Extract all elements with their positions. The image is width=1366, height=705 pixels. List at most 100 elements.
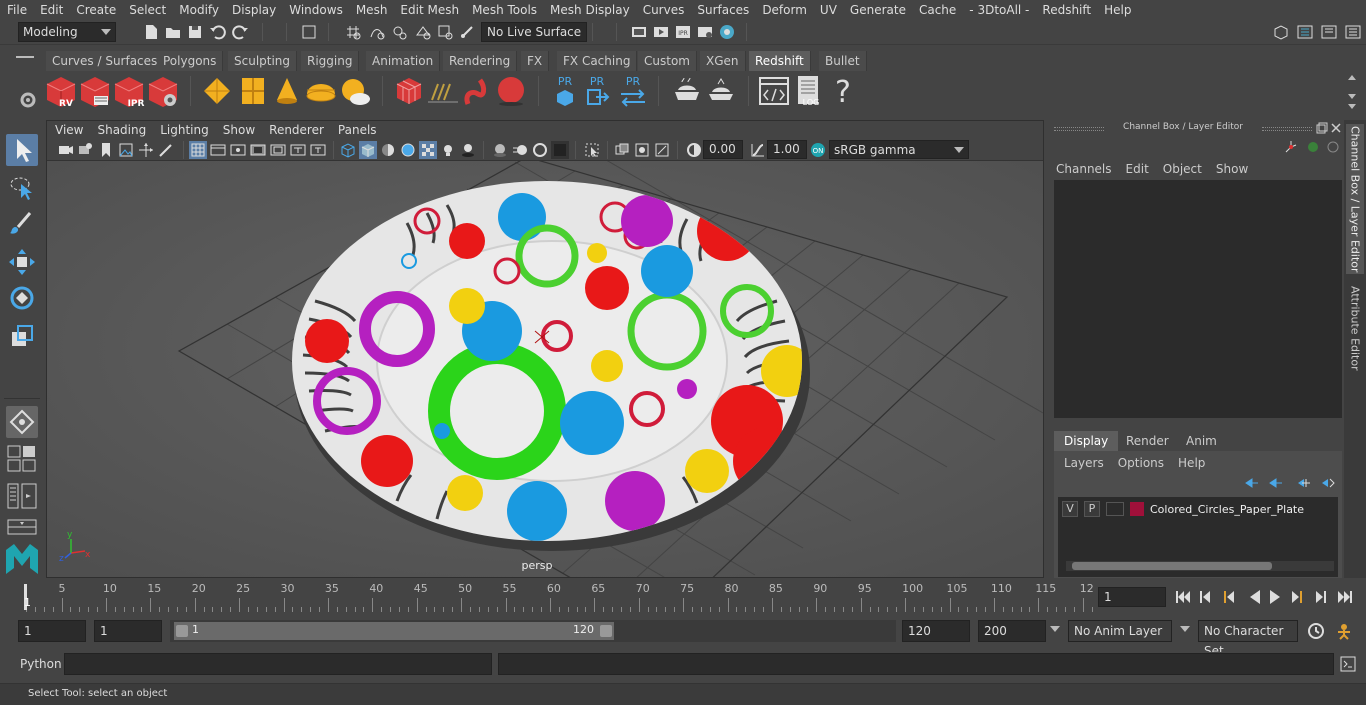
field-chart-icon[interactable] bbox=[269, 141, 287, 159]
shelf-tab-custom[interactable]: Custom bbox=[638, 51, 697, 71]
animation-end-field[interactable]: 200 bbox=[978, 620, 1046, 642]
shelf-tab-rendering[interactable]: Rendering bbox=[443, 51, 518, 71]
shelf-tab-fx[interactable]: FX bbox=[521, 51, 550, 71]
menu-windows[interactable]: Windows bbox=[282, 0, 349, 20]
redshift-bake-icon[interactable] bbox=[670, 74, 704, 108]
bookmark-icon[interactable] bbox=[97, 141, 115, 159]
workspace-cube-icon[interactable] bbox=[1272, 23, 1290, 41]
layer-display-type[interactable] bbox=[1106, 502, 1124, 516]
snap-curve-icon[interactable] bbox=[368, 23, 386, 41]
snap-grid-icon[interactable] bbox=[344, 23, 362, 41]
toggle-tool-settings-icon[interactable] bbox=[1320, 23, 1338, 41]
move-tool[interactable] bbox=[6, 246, 38, 278]
redshift-help-icon[interactable]: ? bbox=[830, 74, 856, 108]
show-manipulator-tool[interactable] bbox=[6, 406, 38, 438]
redshift-ipr-icon[interactable]: IPR bbox=[112, 74, 146, 110]
menu-uv[interactable]: UV bbox=[813, 0, 843, 20]
go-to-end-icon[interactable] bbox=[1338, 591, 1352, 603]
redshift-diamond-light-icon[interactable] bbox=[200, 74, 234, 108]
viewport-menu-shading[interactable]: Shading bbox=[89, 123, 152, 137]
snap-point-icon[interactable] bbox=[390, 23, 408, 41]
anim-layer-dropdown[interactable]: No Anim Layer bbox=[1068, 620, 1172, 642]
redshift-proxy-import-icon[interactable]: PR bbox=[584, 74, 610, 108]
film-gate-icon[interactable] bbox=[209, 141, 227, 159]
lasso-tool[interactable] bbox=[6, 172, 38, 204]
viewport-menu-view[interactable]: View bbox=[47, 123, 89, 137]
menu-display[interactable]: Display bbox=[225, 0, 282, 20]
smooth-shade-icon[interactable] bbox=[359, 141, 377, 159]
shelf-tab-xgen[interactable]: XGen bbox=[700, 51, 746, 71]
shelf-scroll-icon[interactable] bbox=[1346, 72, 1358, 112]
auto-key-icon[interactable] bbox=[1306, 622, 1326, 640]
2d-pan-zoom-icon[interactable] bbox=[137, 141, 155, 159]
channel-menu-show[interactable]: Show bbox=[1216, 162, 1262, 176]
step-forward-key-icon[interactable] bbox=[1292, 591, 1302, 603]
isolate-select-icon[interactable] bbox=[583, 141, 601, 159]
xray-icon[interactable] bbox=[613, 141, 631, 159]
resolution-gate-icon[interactable] bbox=[229, 141, 247, 159]
layer-menu-layers[interactable]: Layers bbox=[1064, 456, 1118, 470]
redshift-spot-light-icon[interactable] bbox=[270, 74, 304, 108]
menu-generate[interactable]: Generate bbox=[843, 0, 912, 20]
image-plane-icon[interactable] bbox=[117, 141, 135, 159]
side-tab-channel-box[interactable]: Channel Box / Layer Editor bbox=[1346, 124, 1364, 274]
animation-start-field[interactable]: 1 bbox=[18, 620, 86, 642]
redshift-proxy-swap-icon[interactable]: PR bbox=[618, 74, 648, 108]
grid-toggle-icon[interactable] bbox=[189, 141, 207, 159]
layer-name[interactable]: Colored_Circles_Paper_Plate bbox=[1150, 503, 1304, 516]
menu-help[interactable]: Help bbox=[1097, 0, 1137, 20]
layer-color-swatch[interactable] bbox=[1130, 502, 1144, 516]
render-settings-icon[interactable] bbox=[630, 23, 648, 41]
wireframe-icon[interactable] bbox=[339, 141, 357, 159]
redshift-sphere-icon[interactable] bbox=[494, 74, 528, 108]
snap-surface-icon[interactable] bbox=[436, 23, 454, 41]
outliner-layout-icon[interactable] bbox=[6, 482, 38, 510]
scale-tool[interactable] bbox=[6, 320, 38, 352]
use-all-lights-icon[interactable] bbox=[439, 141, 457, 159]
channel-menu-edit[interactable]: Edit bbox=[1126, 162, 1163, 176]
menu-cache[interactable]: Cache bbox=[912, 0, 962, 20]
redshift-sun-sky-icon[interactable] bbox=[338, 74, 372, 108]
select-camera-icon[interactable] bbox=[57, 141, 75, 159]
layer-action-icons[interactable] bbox=[1242, 475, 1342, 491]
menu-create[interactable]: Create bbox=[69, 0, 122, 20]
channel-box-area[interactable] bbox=[1054, 180, 1342, 418]
character-set-dropdown[interactable]: No Character Set bbox=[1198, 620, 1298, 658]
redshift-log-icon[interactable]: LOG bbox=[794, 74, 824, 108]
mode-selector[interactable]: Modeling bbox=[18, 22, 116, 42]
exposure-field[interactable]: 0.00 bbox=[703, 140, 743, 159]
select-by-hierarchy-icon[interactable] bbox=[300, 23, 318, 41]
layer-horizontal-scrollbar[interactable] bbox=[1066, 561, 1334, 571]
redshift-dome-light-icon[interactable] bbox=[304, 74, 338, 108]
rotate-tool[interactable] bbox=[6, 282, 38, 314]
menu-modify[interactable]: Modify bbox=[172, 0, 225, 20]
layer-playback-toggle[interactable]: P bbox=[1084, 501, 1100, 517]
menu-surfaces[interactable]: Surfaces bbox=[690, 0, 755, 20]
gate-mask-icon[interactable] bbox=[249, 141, 267, 159]
menu-mesh-tools[interactable]: Mesh Tools bbox=[465, 0, 543, 20]
toggle-attribute-editor-icon[interactable] bbox=[1296, 23, 1314, 41]
screen-space-ao-icon[interactable] bbox=[491, 141, 509, 159]
playback-start-field[interactable]: 1 bbox=[94, 620, 162, 642]
render-view-icon[interactable] bbox=[696, 23, 714, 41]
viewport-canvas[interactable]: x y z persp bbox=[47, 161, 1043, 577]
range-slider-track[interactable]: 1 120 bbox=[170, 620, 896, 642]
shelf-tab-bullet[interactable]: Bullet bbox=[819, 51, 867, 71]
visibility-toggle-icon[interactable] bbox=[1306, 140, 1320, 154]
color-management-icon[interactable]: ON bbox=[809, 141, 827, 159]
shelf-settings-gear-icon[interactable] bbox=[18, 90, 38, 110]
textured-icon[interactable] bbox=[419, 141, 437, 159]
shelf-tab-sculpting[interactable]: Sculpting bbox=[228, 51, 298, 71]
viewport-menu-renderer[interactable]: Renderer bbox=[261, 123, 330, 137]
xray-joints-icon[interactable] bbox=[633, 141, 651, 159]
menu-mesh-display[interactable]: Mesh Display bbox=[543, 0, 636, 20]
range-start-handle[interactable] bbox=[176, 625, 188, 637]
camera-attributes-icon[interactable] bbox=[77, 141, 95, 159]
play-backwards-icon[interactable] bbox=[1250, 590, 1260, 604]
layer-tab-anim[interactable]: Anim bbox=[1176, 431, 1227, 451]
chevron-down-icon[interactable] bbox=[1050, 626, 1060, 632]
ipr-render-icon[interactable]: IPR bbox=[674, 23, 692, 41]
redshift-volume-icon[interactable] bbox=[426, 74, 460, 108]
redshift-proxy-export-icon[interactable]: PR bbox=[552, 74, 578, 108]
shelf-tab-fx-caching[interactable]: FX Caching bbox=[557, 51, 638, 71]
